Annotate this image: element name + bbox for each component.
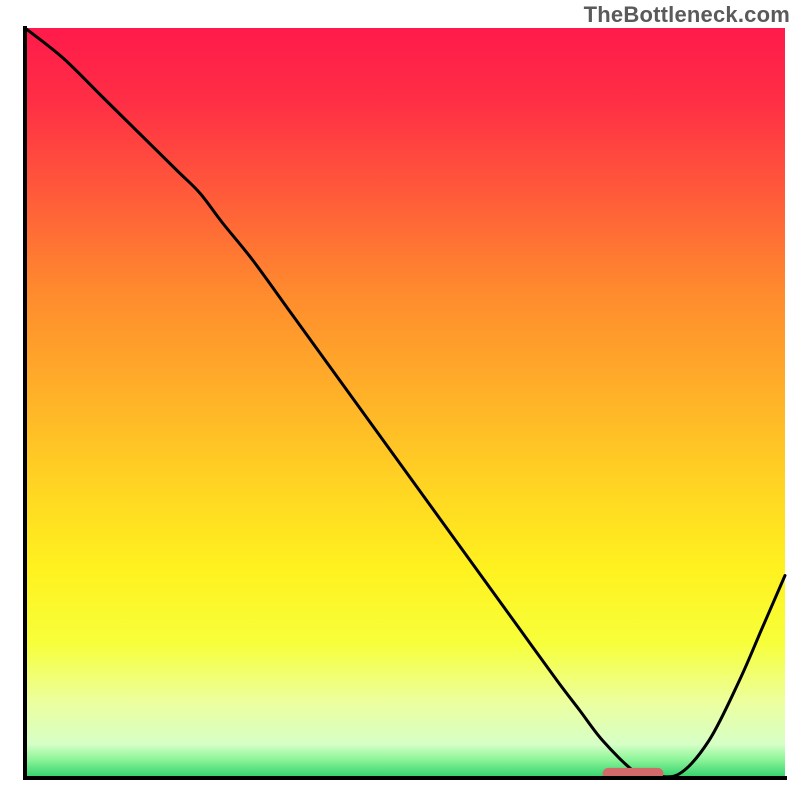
chart-container: TheBottleneck.com	[0, 0, 800, 800]
watermark: TheBottleneck.com	[584, 2, 790, 28]
plot-background	[25, 28, 785, 778]
chart-svg	[0, 0, 800, 800]
